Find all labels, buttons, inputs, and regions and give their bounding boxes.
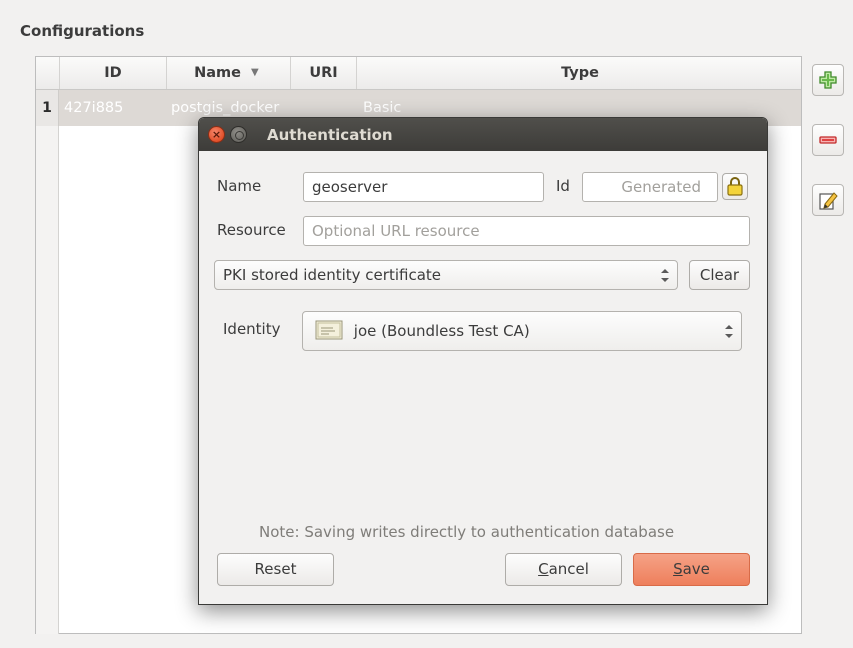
column-header-uri[interactable]: URI (290, 57, 356, 89)
remove-icon (819, 136, 837, 144)
certificate-icon (315, 320, 343, 340)
add-icon (819, 71, 837, 89)
column-header-type[interactable]: Type (356, 57, 803, 89)
remove-config-button[interactable] (812, 124, 844, 156)
configurations-title: Configurations (20, 22, 145, 40)
save-note: Note: Saving writes directly to authenti… (259, 523, 675, 541)
dialog-titlebar[interactable]: × Authentication (199, 118, 767, 151)
sort-descending-icon: ▼ (251, 67, 259, 78)
resource-field[interactable]: Optional URL resource (303, 216, 750, 246)
name-field[interactable]: geoserver (303, 172, 544, 202)
authentication-dialog: × Authentication Name geoserver Id Gener… (198, 117, 768, 605)
id-label: Id (556, 177, 570, 195)
identity-value: joe (Boundless Test CA) (353, 322, 530, 340)
auth-method-value: PKI stored identity certificate (223, 266, 441, 284)
updown-icon (725, 325, 733, 338)
auth-method-select[interactable]: PKI stored identity certificate (214, 260, 678, 290)
column-header-id[interactable]: ID (59, 57, 166, 89)
close-icon[interactable]: × (208, 126, 225, 143)
name-label: Name (217, 177, 262, 195)
clear-button[interactable]: Clear (689, 260, 750, 290)
column-header-name-label: Name (194, 65, 241, 81)
reset-button[interactable]: Reset (217, 553, 334, 586)
edit-icon (819, 192, 838, 210)
lock-icon (727, 177, 743, 196)
edit-config-button[interactable] (812, 184, 844, 216)
add-config-button[interactable] (812, 64, 844, 96)
row-number[interactable]: 1 (36, 90, 59, 126)
row-header-column (36, 90, 59, 634)
cancel-mnemonic: C (538, 560, 549, 578)
table-header: ID Name ▼ URI Type (36, 57, 801, 90)
updown-icon (661, 269, 669, 282)
cancel-label-rest: ancel (548, 560, 589, 578)
save-button[interactable]: Save (633, 553, 750, 586)
identity-label: Identity (223, 320, 281, 338)
cancel-button[interactable]: Cancel (505, 553, 622, 586)
minimize-icon[interactable] (230, 126, 247, 143)
resource-label: Resource (217, 221, 286, 239)
cell-id: 427i885 (64, 100, 124, 116)
lock-button[interactable] (722, 173, 748, 200)
identity-select[interactable]: joe (Boundless Test CA) (302, 311, 742, 351)
save-label-rest: ave (682, 560, 710, 578)
id-field[interactable]: Generated (582, 172, 718, 202)
column-header-name[interactable]: Name (166, 57, 290, 89)
save-mnemonic: S (673, 560, 683, 578)
dialog-title: Authentication (267, 126, 393, 144)
